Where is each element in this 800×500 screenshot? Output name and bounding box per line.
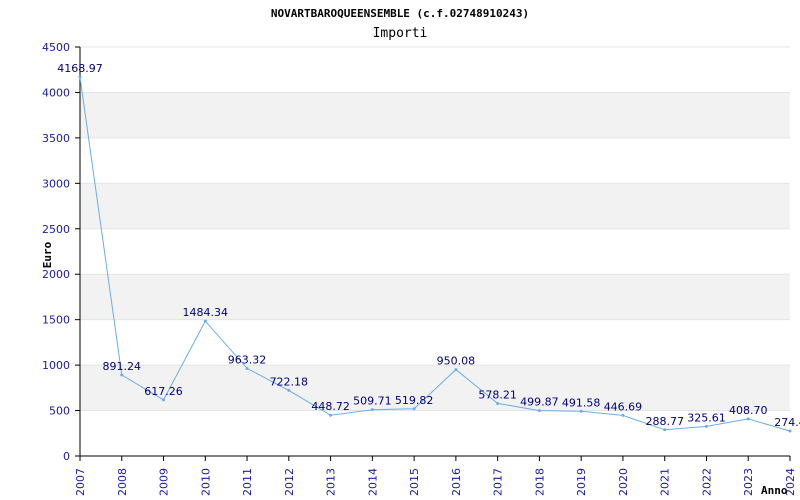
data-point (537, 409, 541, 413)
data-point (704, 424, 708, 428)
x-tick-label: 2016 (450, 468, 463, 496)
x-tick-label: 2022 (700, 468, 713, 496)
data-point (663, 428, 667, 432)
y-tick-label: 3500 (42, 132, 70, 145)
data-label: 722.18 (270, 375, 309, 388)
x-tick-label: 2019 (575, 468, 588, 496)
grid-band (80, 183, 790, 229)
data-point (412, 407, 416, 411)
x-tick-label: 2011 (241, 468, 254, 496)
data-point (788, 429, 792, 433)
y-tick-label: 500 (49, 405, 70, 418)
data-label: 4168.97 (57, 62, 103, 75)
x-tick-label: 2008 (116, 468, 129, 496)
data-label: 617.26 (144, 385, 183, 398)
data-label: 1484.34 (183, 306, 229, 319)
line-chart: 0 500 1000 1500 2000 2500 3000 3500 4000 4500 200… (41, 7, 800, 497)
x-tick-label: 2012 (283, 468, 296, 496)
data-label: 325.61 (687, 411, 726, 424)
data-point (162, 398, 166, 402)
data-label: 578.21 (478, 388, 517, 401)
x-tick-label: 2020 (617, 468, 630, 496)
data-point (496, 401, 500, 405)
data-point (245, 366, 249, 370)
x-tick-label: 2013 (325, 468, 338, 496)
data-point (454, 368, 458, 372)
data-point (203, 319, 207, 323)
x-tick-label: 2010 (199, 468, 212, 496)
data-point (287, 388, 291, 392)
data-point (746, 417, 750, 421)
x-tick-label: 2021 (659, 468, 672, 496)
data-label: 448.72 (311, 400, 350, 413)
y-tick-label: 1500 (42, 314, 70, 327)
chart-subtitle: Importi (373, 26, 428, 41)
x-tick-label: 2015 (408, 468, 421, 496)
data-label: 509.71 (353, 395, 392, 408)
x-tick-label: 2017 (492, 468, 505, 496)
data-label: 274.4 (774, 416, 800, 429)
x-tick-label: 2023 (742, 468, 755, 496)
x-tick-label: 2007 (74, 468, 87, 496)
data-label: 963.32 (228, 353, 267, 366)
y-tick-label: 3000 (42, 177, 70, 190)
y-tick-label: 1000 (42, 359, 70, 372)
y-tick-label: 0 (63, 450, 70, 463)
data-label: 408.70 (729, 404, 768, 417)
data-label: 499.87 (520, 396, 559, 409)
data-point (621, 413, 625, 417)
data-point (120, 373, 124, 377)
data-label: 891.24 (103, 360, 142, 373)
data-point (329, 413, 333, 417)
grid-bands (80, 92, 790, 411)
data-label: 446.69 (604, 400, 643, 413)
y-axis-label: Euro (41, 241, 54, 268)
data-label: 288.77 (645, 415, 684, 428)
y-tick-label: 2000 (42, 268, 70, 281)
x-tick-labels: 2007 2008 2009 2010 2011 2012 2013 2014 2015 2016… (74, 468, 797, 496)
data-label: 950.08 (437, 355, 476, 368)
x-tick-label: 2009 (158, 468, 171, 496)
x-tick-label: 2014 (366, 468, 379, 496)
data-label: 519.82 (395, 394, 434, 407)
y-tick-label: 4000 (42, 86, 70, 99)
grid-band (80, 92, 790, 138)
x-tick-label: 2018 (533, 468, 546, 496)
y-tick-label: 4500 (42, 41, 70, 54)
grid-band (80, 365, 790, 411)
x-axis-label: Anno (761, 484, 788, 497)
data-point (78, 75, 82, 79)
chart-title: NOVARTBAROQUEENSEMBLE (c.f.02748910243) (271, 7, 529, 20)
data-point (579, 409, 583, 413)
y-tick-label: 2500 (42, 223, 70, 236)
data-point (370, 408, 374, 412)
data-label: 491.58 (562, 396, 601, 409)
